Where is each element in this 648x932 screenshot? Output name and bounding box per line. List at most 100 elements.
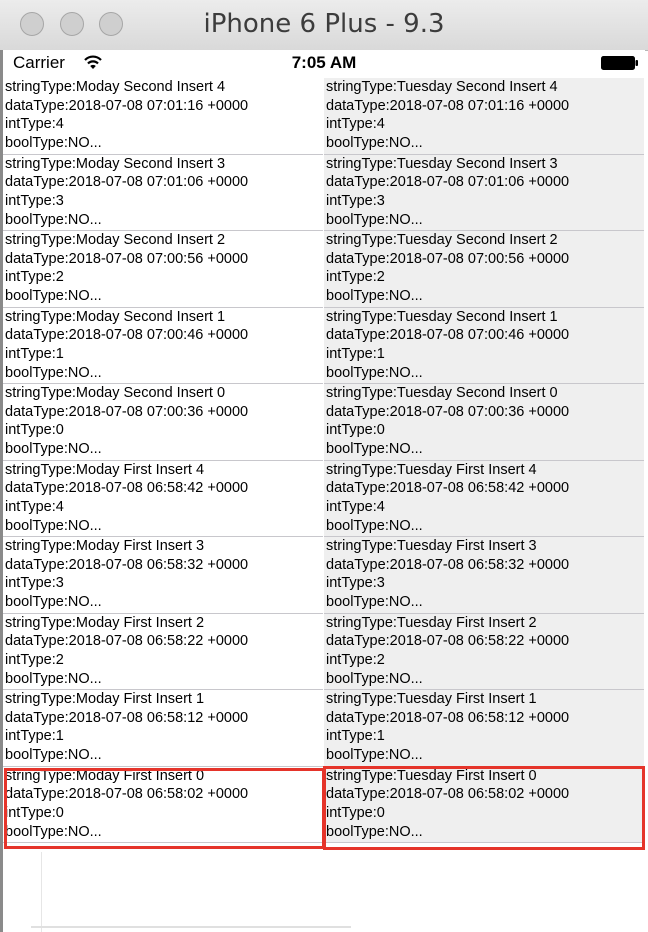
tuesday-cell[interactable]: stringType:Tuesday First Insert 1 dataTyp… bbox=[324, 690, 644, 767]
cell-string-label: stringType:Tuesday First Insert 2 bbox=[326, 614, 537, 631]
cell-string-label: stringType:Moday Second Insert 0 bbox=[5, 385, 226, 401]
cell-string-label: stringType:Tuesday First Insert 3 bbox=[326, 538, 537, 554]
cell-date-label: dataType:2018-07-08 07:01:06 +0000 bbox=[326, 174, 570, 191]
tuesday-cell[interactable]: stringType:Tuesday Second Insert 1 dataTy… bbox=[324, 308, 644, 384]
cell-date-label: dataType:2018-07-08 07:00:46 +0000 bbox=[326, 327, 570, 344]
status-time: 7:05 AM bbox=[291, 53, 357, 72]
cell-int-label: intType:4 bbox=[5, 116, 64, 133]
tuesday-cell[interactable]: stringType:Tuesday First Insert 2 dataTyp… bbox=[324, 614, 644, 690]
cell-date-label: dataType:2018-07-08 06:58:32 +0000 bbox=[5, 556, 249, 573]
tuesday-cell[interactable]: stringType:Tuesday Second Insert 3 dataTy… bbox=[324, 155, 644, 231]
cell-int-label: intType:2 bbox=[326, 269, 385, 286]
cell-bool-label: boolType:NO... bbox=[326, 517, 423, 534]
cell-string-label: stringType:Tuesday Second Insert 0 bbox=[326, 385, 558, 401]
cell-int-label: intType:4 bbox=[326, 116, 385, 133]
cell-int-label: intType:2 bbox=[5, 269, 64, 286]
monday-table: stringType:Moday Second Insert 4 dataType… bbox=[3, 78, 323, 843]
monday-cell[interactable]: stringType:Moday Second Insert 0 dataType… bbox=[3, 384, 323, 461]
cell-string-label: stringType:Tuesday First Insert 1 bbox=[326, 691, 537, 707]
cell-string-label: stringType:Tuesday Second Insert 2 bbox=[326, 232, 558, 248]
cell-bool-label: boolType:NO... bbox=[326, 288, 423, 305]
tuesday-cell[interactable]: stringType:Tuesday Second Insert 0 dataTy… bbox=[324, 384, 644, 461]
cell-date-label: dataType:2018-07-08 06:58:42 +0000 bbox=[5, 480, 249, 497]
cell-date-label: dataType:2018-07-08 07:00:46 +0000 bbox=[5, 327, 249, 344]
tuesday-cell[interactable]: stringType:Tuesday First Insert 4 dataTyp… bbox=[324, 461, 644, 537]
cell-int-label: intType:2 bbox=[5, 651, 64, 668]
cell-bool-label: boolType:NO... bbox=[5, 211, 102, 228]
cell-bool-label: boolType:NO... bbox=[326, 594, 423, 611]
cell-string-label: stringType:Moday First Insert 2 bbox=[5, 614, 205, 631]
cell-date-label: dataType:2018-07-08 06:58:12 +0000 bbox=[326, 709, 570, 726]
cell-date-label: dataType:2018-07-08 06:58:22 +0000 bbox=[5, 633, 249, 650]
monday-cell[interactable]: stringType:Moday First Insert 1 dataType:… bbox=[3, 690, 323, 767]
cell-int-label: intType:2 bbox=[326, 651, 385, 668]
cell-bool-label: boolType:NO... bbox=[5, 670, 102, 687]
tuesday-cell[interactable]: stringType:Tuesday First Insert 3 dataTyp… bbox=[324, 537, 644, 614]
cell-int-label: intType:3 bbox=[5, 575, 64, 592]
cell-string-label: stringType:Moday First Insert 3 bbox=[5, 538, 205, 554]
cell-string-label: stringType:Moday First Insert 4 bbox=[5, 461, 205, 478]
cell-date-label: dataType:2018-07-08 07:00:56 +0000 bbox=[326, 250, 570, 267]
cell-bool-label: boolType:NO... bbox=[5, 364, 102, 381]
cell-int-label: intType:0 bbox=[5, 422, 64, 439]
status-bar: Carrier 7:05 AM bbox=[3, 50, 645, 78]
cell-int-label: intType:3 bbox=[5, 192, 64, 209]
cell-int-label: intType:4 bbox=[5, 498, 64, 515]
cell-date-label: dataType:2018-07-08 07:01:16 +0000 bbox=[5, 97, 249, 114]
cell-bool-label: boolType:NO... bbox=[5, 135, 102, 152]
cell-bool-label: boolType:NO... bbox=[326, 747, 423, 764]
cell-date-label: dataType:2018-07-08 07:00:36 +0000 bbox=[5, 403, 249, 420]
cell-bool-label: boolType:NO... bbox=[326, 135, 423, 152]
cell-date-label: dataType:2018-07-08 06:58:12 +0000 bbox=[5, 709, 249, 726]
cell-bool-label: boolType:NO... bbox=[5, 441, 102, 458]
cell-int-label: intType:1 bbox=[326, 345, 385, 362]
cell-date-label: dataType:2018-07-08 06:58:42 +0000 bbox=[326, 480, 570, 497]
cell-int-label: intType:1 bbox=[326, 728, 385, 745]
highlight-box-left bbox=[4, 768, 325, 849]
divider bbox=[31, 926, 351, 928]
tuesday-cell[interactable]: stringType:Tuesday Second Insert 4 dataTy… bbox=[324, 78, 644, 155]
cell-bool-label: boolType:NO... bbox=[5, 517, 102, 534]
cell-string-label: stringType:Moday Second Insert 1 bbox=[5, 308, 226, 325]
cell-string-label: stringType:Moday Second Insert 2 bbox=[5, 232, 226, 248]
cell-date-label: dataType:2018-07-08 06:58:32 +0000 bbox=[326, 556, 570, 573]
divider bbox=[41, 852, 42, 932]
cell-string-label: stringType:Moday First Insert 1 bbox=[5, 691, 205, 707]
monday-cell[interactable]: stringType:Moday Second Insert 1 dataType… bbox=[3, 308, 323, 384]
monday-cell[interactable]: stringType:Moday First Insert 2 dataType:… bbox=[3, 614, 323, 690]
monday-cell[interactable]: stringType:Moday Second Insert 3 dataType… bbox=[3, 155, 323, 231]
cell-string-label: stringType:Tuesday Second Insert 3 bbox=[326, 155, 558, 172]
cell-int-label: intType:1 bbox=[5, 728, 64, 745]
cell-int-label: intType:0 bbox=[326, 422, 385, 439]
cell-bool-label: boolType:NO... bbox=[5, 594, 102, 611]
cell-bool-label: boolType:NO... bbox=[5, 747, 102, 764]
cell-string-label: stringType:Tuesday Second Insert 4 bbox=[326, 79, 558, 95]
cell-date-label: dataType:2018-07-08 07:00:36 +0000 bbox=[326, 403, 570, 420]
tuesday-cell[interactable]: stringType:Tuesday Second Insert 2 dataTy… bbox=[324, 231, 644, 308]
cell-bool-label: boolType:NO... bbox=[326, 364, 423, 381]
monday-cell[interactable]: stringType:Moday First Insert 3 dataType:… bbox=[3, 537, 323, 614]
cell-bool-label: boolType:NO... bbox=[326, 211, 423, 228]
cell-int-label: intType:3 bbox=[326, 575, 385, 592]
cell-string-label: stringType:Moday Second Insert 4 bbox=[5, 79, 226, 95]
cell-string-label: stringType:Tuesday Second Insert 1 bbox=[326, 308, 558, 325]
cell-int-label: intType:3 bbox=[326, 192, 385, 209]
monday-cell[interactable]: stringType:Moday First Insert 4 dataType:… bbox=[3, 461, 323, 537]
tuesday-table: stringType:Tuesday Second Insert 4 dataTy… bbox=[324, 78, 644, 843]
cell-date-label: dataType:2018-07-08 07:01:16 +0000 bbox=[326, 97, 570, 114]
window-titlebar: iPhone 6 Plus - 9.3 bbox=[0, 0, 648, 51]
monday-cell[interactable]: stringType:Moday Second Insert 2 dataType… bbox=[3, 231, 323, 308]
cell-bool-label: boolType:NO... bbox=[326, 441, 423, 458]
cell-date-label: dataType:2018-07-08 07:01:06 +0000 bbox=[5, 174, 249, 191]
simulator-screen: Carrier 7:05 AM stringType:Moday Second … bbox=[3, 50, 645, 932]
cell-bool-label: boolType:NO... bbox=[326, 670, 423, 687]
cell-int-label: intType:1 bbox=[5, 345, 64, 362]
monday-cell[interactable]: stringType:Moday Second Insert 4 dataType… bbox=[3, 78, 323, 155]
cell-int-label: intType:4 bbox=[326, 498, 385, 515]
cell-string-label: stringType:Moday Second Insert 3 bbox=[5, 155, 226, 172]
cell-date-label: dataType:2018-07-08 07:00:56 +0000 bbox=[5, 250, 249, 267]
battery-icon bbox=[601, 56, 638, 70]
cell-string-label: stringType:Tuesday First Insert 4 bbox=[326, 461, 537, 478]
highlight-box-right bbox=[323, 766, 645, 850]
cell-bool-label: boolType:NO... bbox=[5, 288, 102, 305]
